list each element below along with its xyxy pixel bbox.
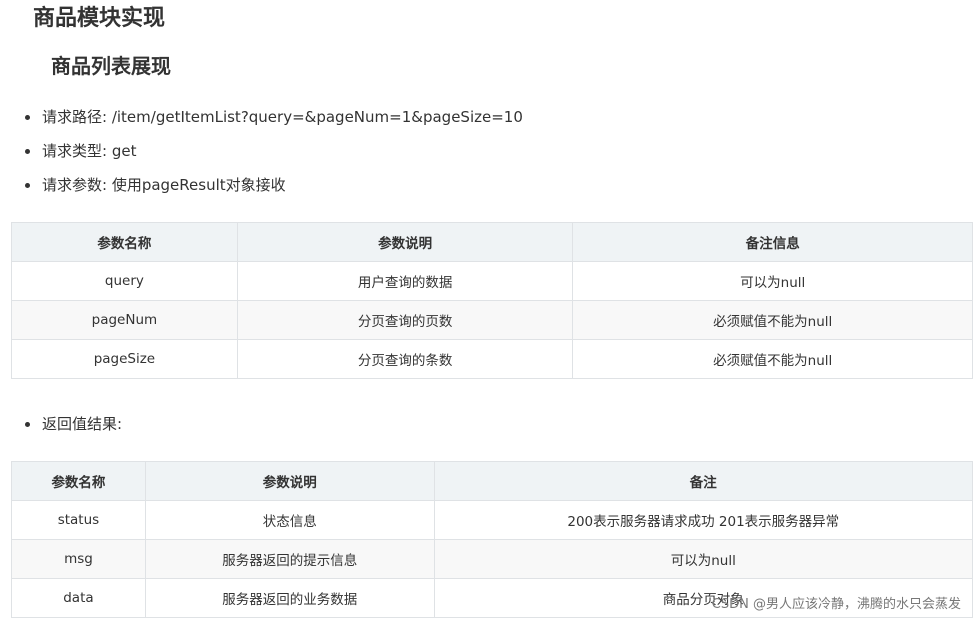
header-remark-info: 备注信息 [572,222,973,262]
request-info-list: 请求路径: /item/getItemList?query=&pageNum=1… [0,107,523,209]
header-param-name: 参数名称 [11,222,238,262]
cell-param-name: msg [11,539,146,579]
cell-remark: 200表示服务器请求成功 201表示服务器异常 [433,500,974,540]
cell-param-desc: 服务器返回的提示信息 [144,539,435,579]
table-row: query 用户查询的数据 可以为null [11,261,973,301]
cell-remark: 可以为null [433,539,974,579]
cell-param-name: pageSize [11,339,238,379]
request-type-item: 请求类型: get [0,141,523,161]
table-row: pageNum 分页查询的页数 必须赋值不能为null [11,300,973,340]
cell-remark: 必须赋值不能为null [572,300,973,340]
table-row: msg 服务器返回的提示信息 可以为null [11,539,974,579]
request-params-item: 请求参数: 使用pageResult对象接收 [0,175,523,195]
module-title: 商品模块实现 [33,6,166,31]
cell-param-desc: 分页查询的条数 [236,339,574,379]
table-header-row: 参数名称 参数说明 备注 [11,461,974,501]
section-title: 商品列表展现 [51,54,171,78]
cell-remark: 可以为null [572,261,973,301]
table-header-row: 参数名称 参数说明 备注信息 [11,222,973,262]
cell-param-desc: 状态信息 [144,500,435,540]
return-info-list: 返回值结果: [0,414,122,434]
cell-param-name: data [11,578,146,618]
header-param-name: 参数名称 [11,461,146,501]
header-param-desc: 参数说明 [236,222,574,262]
cell-param-name: status [11,500,146,540]
csdn-watermark: CSDN @男人应该冷静，沸腾的水只会蒸发 [711,597,961,612]
cell-param-desc: 用户查询的数据 [236,261,574,301]
cell-param-name: pageNum [11,300,238,340]
table-row: status 状态信息 200表示服务器请求成功 201表示服务器异常 [11,500,974,540]
request-path-item: 请求路径: /item/getItemList?query=&pageNum=1… [0,107,523,127]
header-remark: 备注 [433,461,974,501]
cell-remark: 必须赋值不能为null [572,339,973,379]
cell-param-desc: 服务器返回的业务数据 [144,578,435,618]
cell-param-desc: 分页查询的页数 [236,300,574,340]
params-table: 参数名称 参数说明 备注信息 query 用户查询的数据 可以为null pag… [11,222,973,379]
return-label-item: 返回值结果: [0,414,122,434]
header-param-desc: 参数说明 [144,461,435,501]
table-row: pageSize 分页查询的条数 必须赋值不能为null [11,339,973,379]
cell-param-name: query [11,261,238,301]
